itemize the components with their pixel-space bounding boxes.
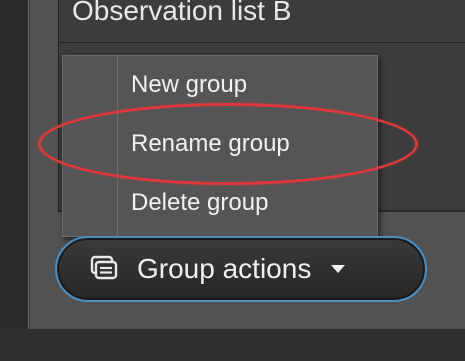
group-icon (89, 254, 119, 284)
observation-list-title[interactable]: Observation list B (72, 0, 291, 28)
menu-item-rename-group[interactable]: Rename group (118, 115, 376, 173)
group-actions-label: Group actions (137, 253, 312, 284)
caret-down-icon (329, 263, 347, 275)
menu-icon-gutter (63, 56, 118, 236)
menu-item-new-group[interactable]: New group (118, 56, 376, 114)
group-actions-button[interactable]: Group actions (55, 236, 427, 302)
bottom-shade (0, 329, 465, 361)
group-context-menu: New group Rename group Delete group (62, 55, 378, 237)
screenshot-stage: Observation list B New group Rename grou… (0, 0, 465, 361)
list-divider (58, 42, 465, 43)
menu-item-delete-group[interactable]: Delete group (118, 174, 376, 232)
